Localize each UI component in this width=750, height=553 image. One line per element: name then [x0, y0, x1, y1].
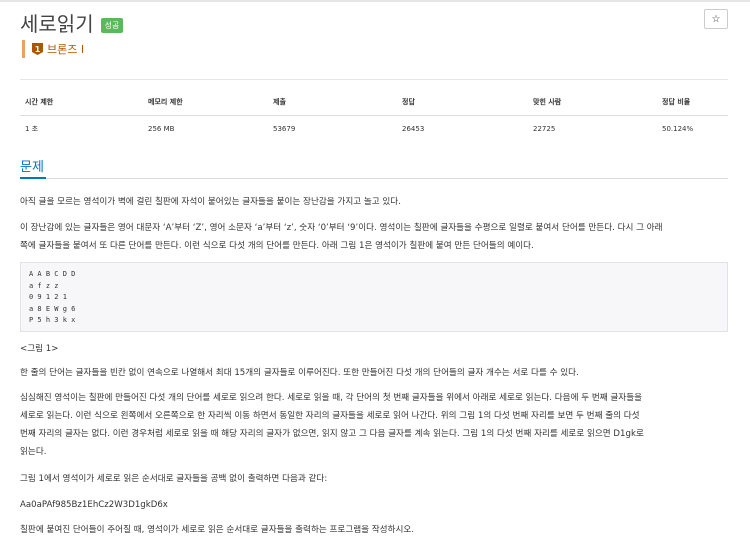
code-line: 0 9 1 2 1 [29, 293, 67, 301]
accept-ratio-value: 50.124% [662, 125, 694, 133]
figure-caption: <그림 1> [20, 344, 59, 354]
table-header-row: 시간 제한 메모리 제한 제출 정답 맞힌 사람 정답 비율 [20, 93, 728, 116]
example-code-block: A A B C D D a f z z 0 9 1 2 1 a 8 E W g … [20, 262, 728, 332]
problem-paragraph-4c: 번째 자리의 글자는 없다. 이런 경우처럼 세로로 읽을 때 해당 자리의 글… [20, 429, 644, 439]
code-line: a 8 E W g 6 [29, 304, 76, 313]
header-accepted: 정답 [397, 93, 528, 116]
tier-label[interactable]: 브론즈 I [47, 41, 84, 57]
section-title-underline [20, 177, 46, 179]
problem-paragraph-6: Aa0aPAf985Bz1EhCz2W3D1gkD6x [20, 500, 168, 510]
problem-paragraph-5: 그림 1에서 영석이가 세로로 읽은 순서대로 글자들을 공백 없이 출력하면 … [20, 474, 328, 484]
problem-paragraph-3: 한 줄의 단어는 글자들을 빈칸 없이 연속으로 나열해서 최대 15개의 글자… [20, 368, 579, 378]
problem-paragraph-2a: 이 장난감에 있는 글자들은 영어 대문자 ‘A’부터 ‘Z’, 영어 소문자 … [20, 223, 663, 233]
header-time-limit: 시간 제한 [20, 93, 143, 116]
top-border [0, 0, 750, 2]
solved-users-value[interactable]: 22725 [528, 116, 657, 135]
tier-bronze-icon: 1 [32, 43, 43, 55]
title-row: 세로읽기 성공 [20, 8, 124, 37]
problem-info-table: 시간 제한 메모리 제한 제출 정답 맞힌 사람 정답 비율 1 초 256 M… [20, 93, 728, 134]
header-submissions: 제출 [268, 93, 397, 116]
bookmark-button[interactable]: ☆ [704, 9, 728, 29]
code-line: A A B C D D [29, 270, 76, 278]
table-row: 1 초 256 MB 53679 26453 22725 50.124% [20, 116, 728, 135]
time-limit-value: 1 초 [25, 125, 39, 133]
code-line: a f z z [29, 281, 59, 290]
problem-paragraph-7: 칠판에 붙여진 단어들이 주어질 때, 영석이가 세로로 읽은 순서대로 글자들… [20, 525, 415, 535]
problem-paragraph-4d: 읽는다. [20, 447, 47, 457]
problem-title: 세로읽기 [20, 12, 94, 36]
problem-paragraph-4b: 세로로 읽는다. 이런 식으로 왼쪽에서 오른쪽으로 한 자리씩 이동 하면서 … [20, 411, 640, 421]
section-divider [20, 178, 728, 179]
problem-paragraph-4a: 심심해진 영석이는 칠판에 만들어진 다섯 개의 단어를 세로로 읽으려 한다.… [20, 393, 643, 403]
memory-limit-value: 256 MB [148, 125, 175, 133]
accepted-value[interactable]: 26453 [397, 116, 528, 135]
problem-paragraph-1: 아직 글을 모르는 영석이가 벽에 걸린 칠판에 자석이 붙어있는 글자들을 붙… [20, 197, 401, 207]
submissions-value[interactable]: 53679 [268, 116, 397, 135]
star-icon: ☆ [711, 13, 721, 25]
tier-label-row[interactable]: 1 브론즈 I [22, 40, 84, 58]
header-accept-ratio: 정답 비율 [657, 93, 728, 116]
status-badge: 성공 [100, 18, 124, 33]
divider [20, 79, 728, 80]
header-solved-users: 맞힌 사람 [528, 93, 657, 116]
code-line: P 5 h 3 k x [29, 316, 76, 324]
section-title: 문제 [20, 160, 44, 175]
header-memory-limit: 메모리 제한 [143, 93, 268, 116]
problem-paragraph-2b: 쪽에 글자들을 붙여서 또 다른 단어를 만든다. 이런 식으로 다섯 개의 단… [20, 241, 534, 251]
